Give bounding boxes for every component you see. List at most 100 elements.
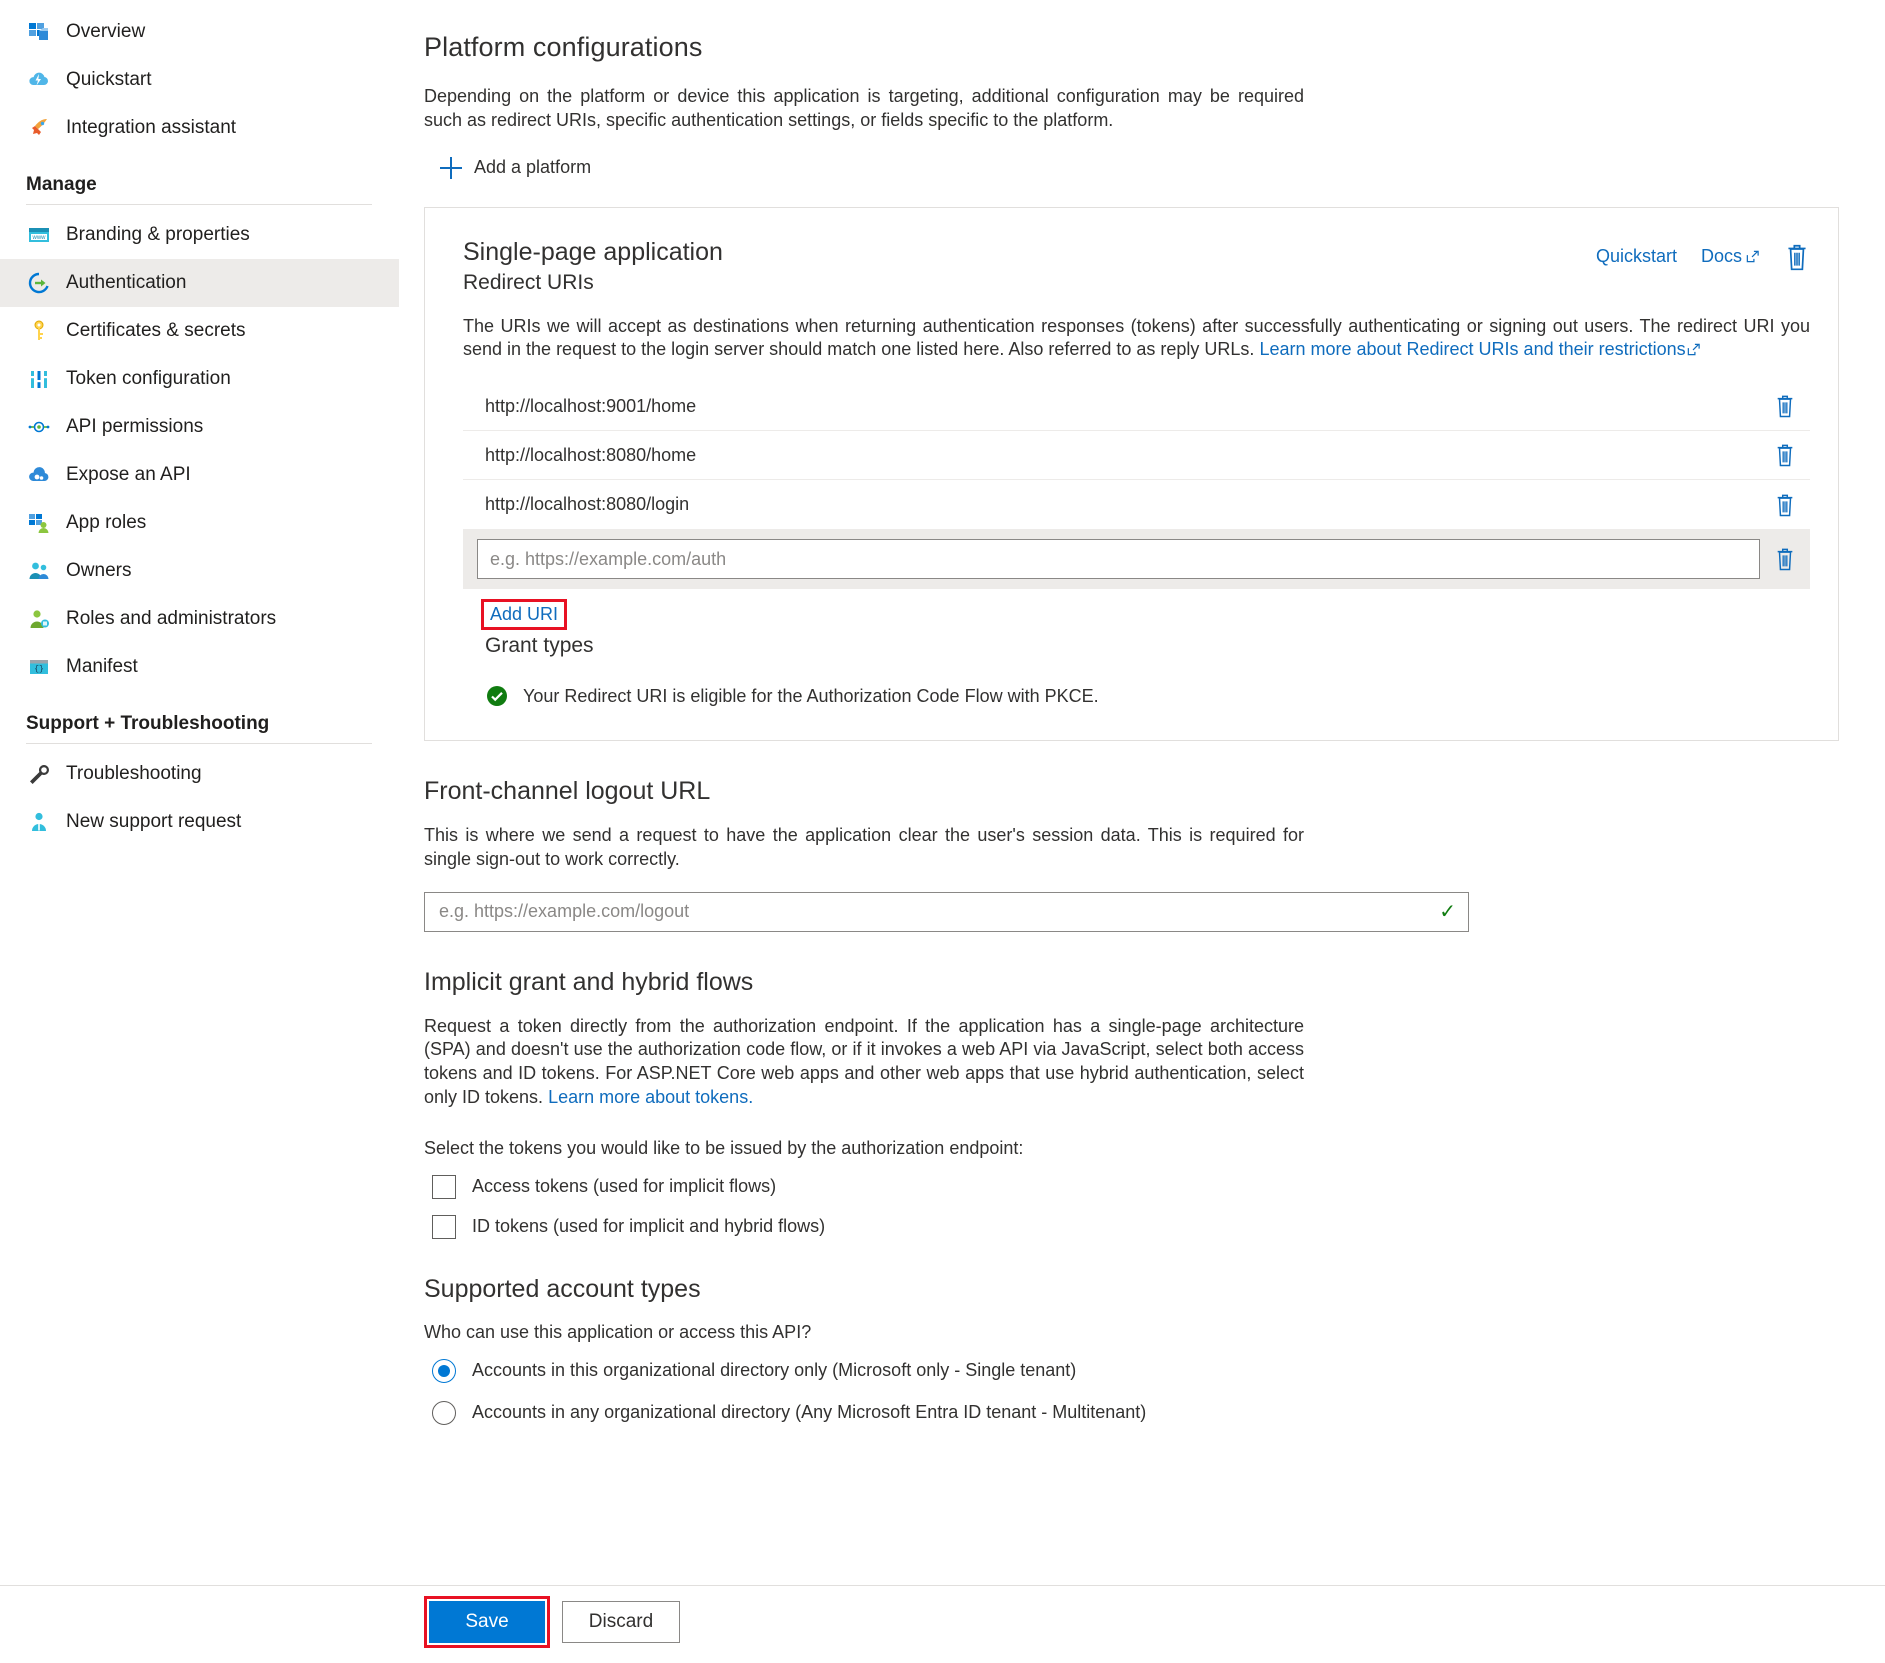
id-tokens-checkbox[interactable] <box>432 1214 456 1239</box>
card-header: Single-page application Redirect URIs Qu… <box>463 234 1810 315</box>
app-roles-grid-person-icon <box>26 510 52 536</box>
grant-types-title: Grant types <box>485 634 594 657</box>
sidebar-group-support-title: Support + Troubleshooting <box>26 713 270 734</box>
sidebar-item-certificates-secrets[interactable]: Certificates & secrets <box>0 307 400 355</box>
sidebar-item-new-support-request[interactable]: New support request <box>0 798 400 846</box>
access-tokens-checkbox[interactable] <box>432 1174 456 1199</box>
front-channel-logout-title: Front-channel logout URL <box>424 777 711 805</box>
valid-check-icon: ✓ <box>1439 900 1456 923</box>
quickstart-link[interactable]: Quickstart <box>1596 246 1677 267</box>
api-permissions-icon <box>26 414 52 440</box>
id-tokens-checkbox-row[interactable]: ID tokens (used for implicit and hybrid … <box>432 1214 1849 1239</box>
redirect-uri-row: http://localhost:8080/home <box>463 431 1810 480</box>
sidebar-group-manage-title: Manage <box>26 174 97 195</box>
support-person-icon <box>26 809 52 835</box>
sidebar-item-label: Token configuration <box>66 368 231 389</box>
sidebar-item-expose-an-api[interactable]: Expose an API <box>0 451 400 499</box>
sidebar-item-troubleshooting[interactable]: Troubleshooting <box>0 750 400 798</box>
sidebar-item-label: Expose an API <box>66 464 191 485</box>
front-channel-logout-description: This is where we send a request to have … <box>424 825 1304 869</box>
svg-text:{}: {} <box>34 665 44 674</box>
delete-uri-icon[interactable] <box>1774 393 1796 419</box>
sidebar-item-roles-and-administrators[interactable]: Roles and administrators <box>0 595 400 643</box>
redirect-uri-row: http://localhost:8080/login <box>463 480 1810 529</box>
add-a-platform-button[interactable]: Add a platform <box>440 156 591 179</box>
azure-authentication-page: Overview Quickstart Integration assistan… <box>0 0 1885 1663</box>
docs-link[interactable]: Docs <box>1701 246 1760 267</box>
new-redirect-uri-input[interactable] <box>477 539 1760 579</box>
delete-new-uri-icon[interactable] <box>1774 546 1796 572</box>
front-channel-logout-field[interactable]: ✓ <box>424 891 1469 932</box>
left-navigation-sidebar: Overview Quickstart Integration assistan… <box>0 0 400 1663</box>
sidebar-item-branding-properties[interactable]: www Branding & properties <box>0 211 400 259</box>
sidebar-item-label: App roles <box>66 512 147 533</box>
redirect-uri-value: http://localhost:9001/home <box>485 395 697 416</box>
sidebar-item-label: New support request <box>66 811 242 832</box>
sidebar-item-label: Troubleshooting <box>66 763 202 784</box>
sidebar-item-integration-assistant[interactable]: Integration assistant <box>0 104 400 152</box>
authentication-arrow-icon <box>26 270 52 296</box>
account-type-multitenant-row[interactable]: Accounts in any organizational directory… <box>432 1400 1849 1425</box>
grant-types-status-text: Your Redirect URI is eligible for the Au… <box>523 685 1099 706</box>
sidebar-group-divider <box>26 204 372 205</box>
account-type-single-tenant-radio[interactable] <box>432 1358 456 1383</box>
sidebar-item-app-roles[interactable]: App roles <box>0 499 400 547</box>
overview-grid-icon <box>26 19 52 45</box>
token-bars-icon <box>26 366 52 392</box>
delete-uri-icon[interactable] <box>1774 442 1796 468</box>
sidebar-item-manifest[interactable]: {} Manifest <box>0 643 400 691</box>
save-highlight-box: Save <box>424 1596 550 1648</box>
sidebar-item-overview[interactable]: Overview <box>0 8 400 56</box>
account-type-multitenant-label: Accounts in any organizational directory… <box>472 1402 1147 1422</box>
access-tokens-label: Access tokens (used for implicit flows) <box>472 1176 777 1196</box>
expose-api-cloud-icon <box>26 462 52 488</box>
docs-link-label: Docs <box>1700 246 1742 266</box>
external-link-icon <box>1746 250 1759 263</box>
redirect-uri-description: The URIs we will accept as destinations … <box>463 315 1810 363</box>
delete-platform-icon[interactable] <box>1784 242 1810 272</box>
redirect-uri-row: http://localhost:9001/home <box>463 382 1810 431</box>
card-actions: Quickstart Docs <box>1596 234 1810 272</box>
sidebar-item-token-configuration[interactable]: Token configuration <box>0 355 400 403</box>
sidebar-item-quickstart[interactable]: Quickstart <box>0 56 400 104</box>
account-type-multitenant-radio[interactable] <box>432 1400 456 1425</box>
sidebar-group-divider <box>26 743 372 744</box>
key-icon <box>26 318 52 344</box>
supported-account-types-title: Supported account types <box>424 1274 701 1303</box>
front-channel-logout-input[interactable] <box>437 900 1440 923</box>
id-tokens-label: ID tokens (used for implicit and hybrid … <box>472 1216 826 1236</box>
learn-more-tokens-link[interactable]: Learn more about tokens. <box>548 1087 753 1107</box>
implicit-grant-title: Implicit grant and hybrid flows <box>424 967 754 996</box>
svg-text:www: www <box>32 235 47 241</box>
card-titles: Single-page application Redirect URIs <box>463 234 723 315</box>
account-type-single-tenant-row[interactable]: Accounts in this organizational director… <box>432 1358 1849 1383</box>
account-types-question: Who can use this application or access t… <box>424 1321 812 1342</box>
owners-people-icon <box>26 558 52 584</box>
sidebar-item-label: Certificates & secrets <box>66 320 246 341</box>
main-content: Platform configurations Depending on the… <box>400 0 1885 1663</box>
platform-description: Depending on the platform or device this… <box>424 86 1304 130</box>
branding-window-icon: www <box>26 222 52 248</box>
bottom-command-bar: Save Discard <box>0 1585 1885 1663</box>
page-title: Platform configurations <box>424 32 703 62</box>
card-title: Single-page application <box>463 237 723 266</box>
sidebar-item-authentication[interactable]: Authentication <box>0 259 400 307</box>
add-uri-highlight-box: Add URI <box>481 599 568 630</box>
sidebar-item-api-permissions[interactable]: API permissions <box>0 403 400 451</box>
roles-admin-person-icon <box>26 606 52 632</box>
delete-uri-icon[interactable] <box>1774 492 1796 518</box>
discard-button[interactable]: Discard <box>562 1601 680 1643</box>
wrench-icon <box>26 761 52 787</box>
redirect-uri-learn-more-link[interactable]: Learn more about Redirect URIs and their… <box>1259 339 1685 359</box>
sidebar-item-owners[interactable]: Owners <box>0 547 400 595</box>
access-tokens-checkbox-row[interactable]: Access tokens (used for implicit flows) <box>432 1174 1849 1199</box>
grant-types-status-row: Your Redirect URI is eligible for the Au… <box>485 684 1810 708</box>
add-uri-link[interactable]: Add URI <box>490 604 558 624</box>
redirect-uri-list: http://localhost:9001/home http://localh… <box>463 382 1810 589</box>
plus-icon <box>440 156 462 179</box>
implicit-grant-description: Request a token directly from the author… <box>424 1015 1304 1110</box>
select-tokens-label: Select the tokens you would like to be i… <box>424 1137 1024 1158</box>
save-button[interactable]: Save <box>429 1601 545 1643</box>
sidebar-item-label: Quickstart <box>66 69 152 90</box>
rocket-icon <box>26 115 52 141</box>
